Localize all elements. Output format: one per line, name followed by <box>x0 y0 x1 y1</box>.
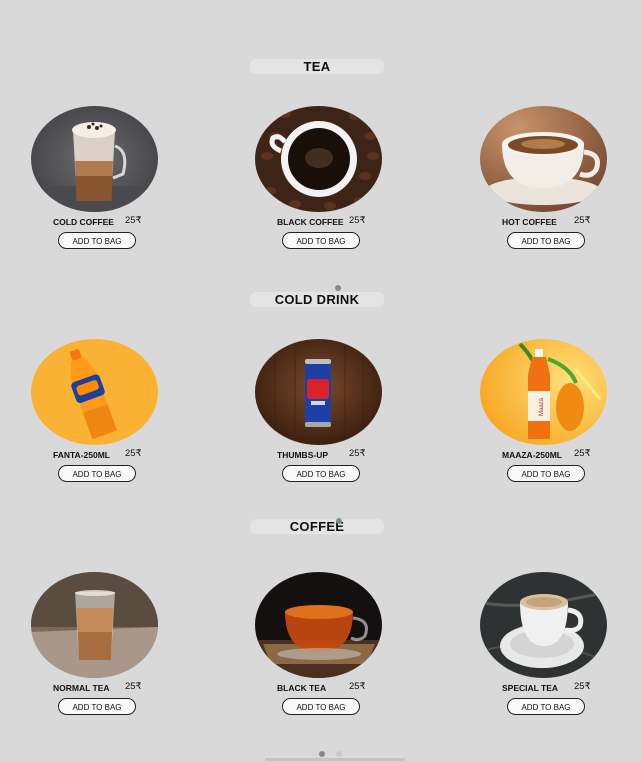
add-to-bag-button[interactable]: ADD TO BAG <box>58 232 136 249</box>
cold-coffee-image <box>31 106 158 212</box>
carousel-indicator-dot[interactable] <box>319 751 325 757</box>
product-price: 25₹ <box>349 681 366 692</box>
product-name: MAAZA-250ML <box>502 450 562 460</box>
product-card-hot-coffee: HOT COFFEE 25₹ ADD TO BAG <box>480 106 610 249</box>
carousel-indicator-dot[interactable] <box>336 518 342 524</box>
add-to-bag-button[interactable]: ADD TO BAG <box>282 232 360 249</box>
add-to-bag-button[interactable]: ADD TO BAG <box>58 698 136 715</box>
add-to-bag-button[interactable]: ADD TO BAG <box>507 232 585 249</box>
special-tea-image <box>480 572 607 678</box>
svg-text:Maaza: Maaza <box>539 397 545 416</box>
black-tea-image <box>255 572 382 678</box>
product-name: FANTA-250ML <box>53 450 110 460</box>
product-name: BLACK TEA <box>277 683 327 693</box>
product-price: 25₹ <box>574 448 591 459</box>
product-price: 25₹ <box>349 215 366 226</box>
thums-up-can-image <box>255 339 382 445</box>
carousel-indicator-dot[interactable] <box>335 285 341 291</box>
product-card-thumbs-up: THUMBS-UP 25₹ ADD TO BAG <box>255 339 385 482</box>
product-card-black-coffee: BLACK COFFEE 25₹ ADD TO BAG <box>255 106 385 249</box>
section-title-cold-drink: COLD DRINK <box>250 292 384 307</box>
hot-coffee-image <box>480 106 607 212</box>
product-name: THUMBS-UP <box>277 450 328 460</box>
maaza-bottle-image: Maaza <box>480 339 607 445</box>
add-to-bag-button[interactable]: ADD TO BAG <box>507 698 585 715</box>
product-card-normal-tea: NORMAL TEA 25₹ ADD TO BAG <box>31 572 161 715</box>
product-price: 25₹ <box>125 215 142 226</box>
product-price: 25₹ <box>349 448 366 459</box>
product-card-special-tea: SPECIAL TEA 25₹ ADD TO BAG <box>480 572 610 715</box>
add-to-bag-button[interactable]: ADD TO BAG <box>282 465 360 482</box>
product-card-black-tea: BLACK TEA 25₹ ADD TO BAG <box>255 572 385 715</box>
normal-tea-image <box>31 572 158 678</box>
product-price: 25₹ <box>574 681 591 692</box>
product-name: SPECIAL TEA <box>502 683 559 693</box>
product-price: 25₹ <box>125 681 142 692</box>
carousel-indicator-dot[interactable] <box>336 751 342 757</box>
product-price: 25₹ <box>574 215 591 226</box>
product-name: NORMAL TEA <box>53 683 110 693</box>
add-to-bag-button[interactable]: ADD TO BAG <box>58 465 136 482</box>
product-name: COLD COFFEE <box>53 217 114 227</box>
fanta-bottle-image <box>31 339 158 445</box>
section-title-coffee: COFFEE <box>250 519 384 534</box>
add-to-bag-button[interactable]: ADD TO BAG <box>507 465 585 482</box>
product-price: 25₹ <box>125 448 142 459</box>
product-name: HOT COFFEE <box>502 217 557 227</box>
product-card-cold-coffee: COLD COFFEE 25₹ ADD TO BAG <box>31 106 161 249</box>
add-to-bag-button[interactable]: ADD TO BAG <box>282 698 360 715</box>
product-card-fanta: FANTA-250ML 25₹ ADD TO BAG <box>31 339 161 482</box>
black-coffee-image <box>255 106 382 212</box>
section-title-tea: TEA <box>250 59 384 74</box>
product-name: BLACK COFFEE <box>277 217 344 227</box>
product-card-maaza: Maaza MAAZA-250ML 25₹ ADD TO BAG <box>480 339 610 482</box>
